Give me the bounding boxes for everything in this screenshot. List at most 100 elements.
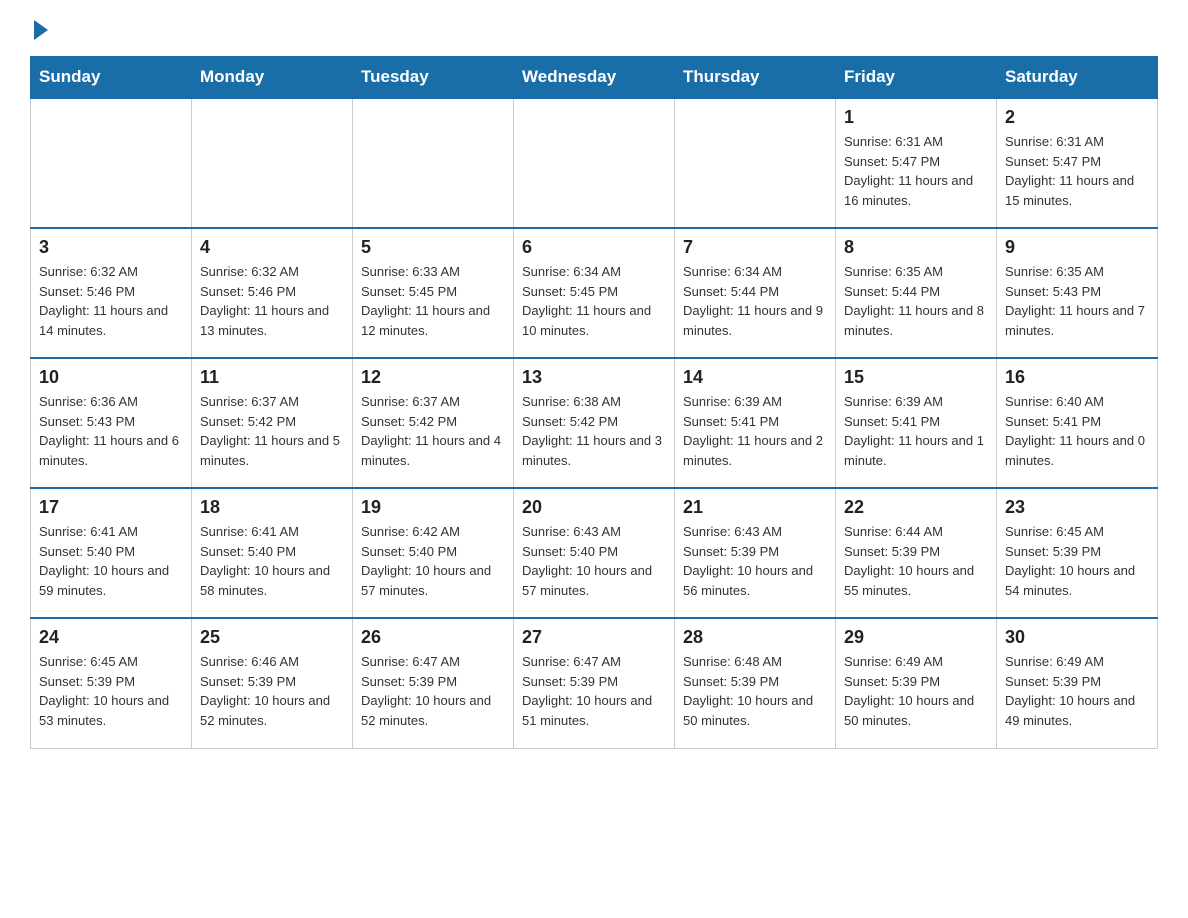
day-number: 15 [844,367,988,388]
calendar-cell: 30 Sunrise: 6:49 AM Sunset: 5:39 PM Dayli… [997,618,1158,748]
day-number: 10 [39,367,183,388]
day-info: Sunrise: 6:49 AM Sunset: 5:39 PM Dayligh… [844,652,988,730]
day-info: Sunrise: 6:34 AM Sunset: 5:45 PM Dayligh… [522,262,666,340]
calendar-cell [31,98,192,228]
calendar-cell: 24 Sunrise: 6:45 AM Sunset: 5:39 PM Dayli… [31,618,192,748]
week-row-2: 3 Sunrise: 6:32 AM Sunset: 5:46 PM Daylig… [31,228,1158,358]
day-number: 16 [1005,367,1149,388]
logo-general [30,20,48,40]
day-info: Sunrise: 6:35 AM Sunset: 5:43 PM Dayligh… [1005,262,1149,340]
day-info: Sunrise: 6:49 AM Sunset: 5:39 PM Dayligh… [1005,652,1149,730]
day-number: 5 [361,237,505,258]
day-number: 7 [683,237,827,258]
calendar-cell [353,98,514,228]
calendar-cell: 12Sunrise: 6:37 AM Sunset: 5:42 PM Dayli… [353,358,514,488]
calendar-cell: 25 Sunrise: 6:46 AM Sunset: 5:39 PM Dayli… [192,618,353,748]
calendar-cell: 17Sunrise: 6:41 AM Sunset: 5:40 PM Dayli… [31,488,192,618]
day-info: Sunrise: 6:47 AM Sunset: 5:39 PM Dayligh… [361,652,505,730]
day-number: 2 [1005,107,1149,128]
day-info: Sunrise: 6:45 AM Sunset: 5:39 PM Dayligh… [1005,522,1149,600]
day-info: Sunrise: 6:40 AM Sunset: 5:41 PM Dayligh… [1005,392,1149,470]
day-info: Sunrise: 6:42 AM Sunset: 5:40 PM Dayligh… [361,522,505,600]
calendar-table: SundayMondayTuesdayWednesdayThursdayFrid… [30,56,1158,749]
day-info: Sunrise: 6:46 AM Sunset: 5:39 PM Dayligh… [200,652,344,730]
calendar-cell: 18 Sunrise: 6:41 AM Sunset: 5:40 PM Dayli… [192,488,353,618]
calendar-cell: 9 Sunrise: 6:35 AM Sunset: 5:43 PM Daylig… [997,228,1158,358]
day-number: 20 [522,497,666,518]
week-row-3: 10 Sunrise: 6:36 AM Sunset: 5:43 PM Dayli… [31,358,1158,488]
logo-arrow-icon [34,20,48,40]
calendar-cell: 7 Sunrise: 6:34 AM Sunset: 5:44 PM Daylig… [675,228,836,358]
day-info: Sunrise: 6:31 AM Sunset: 5:47 PM Dayligh… [844,132,988,210]
calendar-cell: 19 Sunrise: 6:42 AM Sunset: 5:40 PM Dayli… [353,488,514,618]
day-number: 26 [361,627,505,648]
day-number: 21 [683,497,827,518]
calendar-cell: 26 Sunrise: 6:47 AM Sunset: 5:39 PM Dayli… [353,618,514,748]
calendar-cell [675,98,836,228]
day-number: 4 [200,237,344,258]
day-info: Sunrise: 6:41 AM Sunset: 5:40 PM Dayligh… [200,522,344,600]
day-info: Sunrise: 6:43 AM Sunset: 5:39 PM Dayligh… [683,522,827,600]
calendar-cell: 4Sunrise: 6:32 AM Sunset: 5:46 PM Daylig… [192,228,353,358]
day-number: 14 [683,367,827,388]
calendar-cell: 3 Sunrise: 6:32 AM Sunset: 5:46 PM Daylig… [31,228,192,358]
calendar-cell: 23 Sunrise: 6:45 AM Sunset: 5:39 PM Dayli… [997,488,1158,618]
calendar-cell: 16 Sunrise: 6:40 AM Sunset: 5:41 PM Dayli… [997,358,1158,488]
day-number: 19 [361,497,505,518]
calendar-cell: 5 Sunrise: 6:33 AM Sunset: 5:45 PM Daylig… [353,228,514,358]
weekday-header-row: SundayMondayTuesdayWednesdayThursdayFrid… [31,57,1158,99]
day-number: 24 [39,627,183,648]
weekday-header-saturday: Saturday [997,57,1158,99]
day-info: Sunrise: 6:31 AM Sunset: 5:47 PM Dayligh… [1005,132,1149,210]
day-number: 25 [200,627,344,648]
day-number: 23 [1005,497,1149,518]
day-info: Sunrise: 6:37 AM Sunset: 5:42 PM Dayligh… [200,392,344,470]
week-row-5: 24 Sunrise: 6:45 AM Sunset: 5:39 PM Dayli… [31,618,1158,748]
day-info: Sunrise: 6:43 AM Sunset: 5:40 PM Dayligh… [522,522,666,600]
day-number: 11 [200,367,344,388]
day-number: 18 [200,497,344,518]
day-info: Sunrise: 6:33 AM Sunset: 5:45 PM Dayligh… [361,262,505,340]
calendar-cell: 2 Sunrise: 6:31 AM Sunset: 5:47 PM Daylig… [997,98,1158,228]
weekday-header-wednesday: Wednesday [514,57,675,99]
calendar-cell: 14 Sunrise: 6:39 AM Sunset: 5:41 PM Dayli… [675,358,836,488]
week-row-1: 1 Sunrise: 6:31 AM Sunset: 5:47 PM Daylig… [31,98,1158,228]
day-info: Sunrise: 6:39 AM Sunset: 5:41 PM Dayligh… [844,392,988,470]
week-row-4: 17Sunrise: 6:41 AM Sunset: 5:40 PM Dayli… [31,488,1158,618]
calendar-cell: 8Sunrise: 6:35 AM Sunset: 5:44 PM Daylig… [836,228,997,358]
weekday-header-friday: Friday [836,57,997,99]
day-info: Sunrise: 6:32 AM Sunset: 5:46 PM Dayligh… [39,262,183,340]
calendar-cell: 28 Sunrise: 6:48 AM Sunset: 5:39 PM Dayli… [675,618,836,748]
day-number: 9 [1005,237,1149,258]
day-number: 30 [1005,627,1149,648]
day-info: Sunrise: 6:44 AM Sunset: 5:39 PM Dayligh… [844,522,988,600]
day-number: 28 [683,627,827,648]
calendar-cell: 10 Sunrise: 6:36 AM Sunset: 5:43 PM Dayli… [31,358,192,488]
calendar-cell: 21 Sunrise: 6:43 AM Sunset: 5:39 PM Dayli… [675,488,836,618]
calendar-cell: 22Sunrise: 6:44 AM Sunset: 5:39 PM Dayli… [836,488,997,618]
logo [30,20,48,36]
page-header [30,20,1158,36]
calendar-cell: 20 Sunrise: 6:43 AM Sunset: 5:40 PM Dayli… [514,488,675,618]
calendar-cell [514,98,675,228]
day-number: 3 [39,237,183,258]
day-number: 12 [361,367,505,388]
calendar-cell: 11 Sunrise: 6:37 AM Sunset: 5:42 PM Dayli… [192,358,353,488]
day-info: Sunrise: 6:45 AM Sunset: 5:39 PM Dayligh… [39,652,183,730]
calendar-cell: 29Sunrise: 6:49 AM Sunset: 5:39 PM Dayli… [836,618,997,748]
day-info: Sunrise: 6:34 AM Sunset: 5:44 PM Dayligh… [683,262,827,340]
day-info: Sunrise: 6:39 AM Sunset: 5:41 PM Dayligh… [683,392,827,470]
day-number: 27 [522,627,666,648]
day-info: Sunrise: 6:36 AM Sunset: 5:43 PM Dayligh… [39,392,183,470]
weekday-header-sunday: Sunday [31,57,192,99]
calendar-cell: 15 Sunrise: 6:39 AM Sunset: 5:41 PM Dayli… [836,358,997,488]
weekday-header-thursday: Thursday [675,57,836,99]
day-number: 13 [522,367,666,388]
day-info: Sunrise: 6:47 AM Sunset: 5:39 PM Dayligh… [522,652,666,730]
calendar-cell: 27 Sunrise: 6:47 AM Sunset: 5:39 PM Dayli… [514,618,675,748]
calendar-cell: 13Sunrise: 6:38 AM Sunset: 5:42 PM Dayli… [514,358,675,488]
day-info: Sunrise: 6:48 AM Sunset: 5:39 PM Dayligh… [683,652,827,730]
weekday-header-tuesday: Tuesday [353,57,514,99]
day-info: Sunrise: 6:35 AM Sunset: 5:44 PM Dayligh… [844,262,988,340]
day-number: 1 [844,107,988,128]
